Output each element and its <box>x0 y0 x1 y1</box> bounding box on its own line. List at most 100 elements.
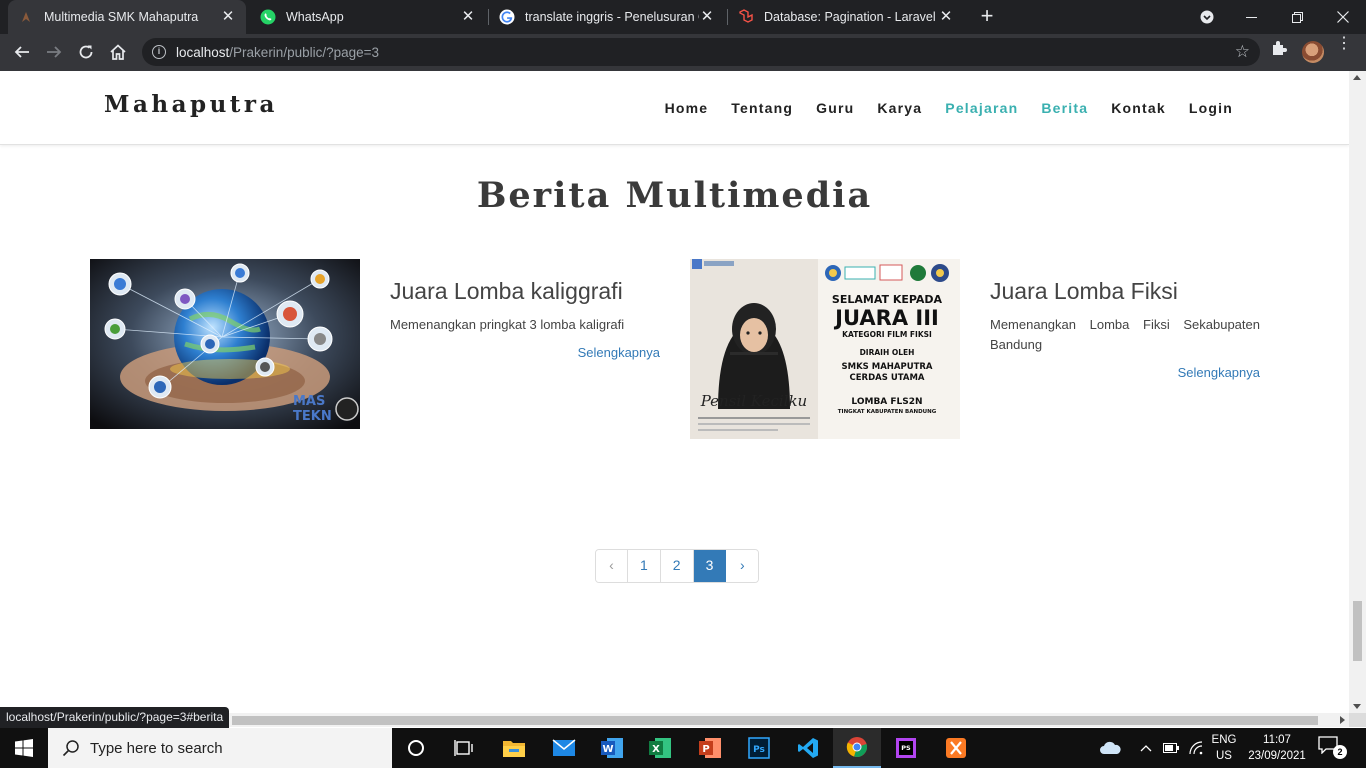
site-brand[interactable]: Mahaputra <box>104 91 278 118</box>
nav-guru[interactable]: Guru <box>816 100 854 116</box>
image-watermark: MAS <box>293 394 325 409</box>
scrollbar-thumb[interactable] <box>1353 601 1362 661</box>
cortana-icon[interactable] <box>392 728 440 768</box>
pagination-page-2[interactable]: 2 <box>660 550 694 582</box>
taskbar-clock[interactable]: 11:07 23/09/2021 <box>1246 732 1308 764</box>
browser-toolbar: i localhost/Prakerin/public/?page=3 ☆ <box>0 34 1366 71</box>
show-hidden-icons-chevron-icon[interactable] <box>1136 728 1156 768</box>
scrollbar-corner <box>1349 713 1366 727</box>
bookmark-star-icon[interactable]: ☆ <box>1235 42 1250 62</box>
browser-menu-icon[interactable]: ⋮ <box>1336 36 1352 64</box>
tab-close-icon[interactable]: ✕ <box>220 9 236 25</box>
nav-home[interactable]: Home <box>665 100 709 116</box>
whatsapp-icon <box>260 9 276 25</box>
scroll-right-arrow-icon[interactable] <box>1340 716 1345 724</box>
powerpoint-icon[interactable]: P <box>686 728 734 768</box>
minimize-button[interactable] <box>1228 0 1274 34</box>
clock-date: 23/09/2021 <box>1248 750 1306 762</box>
poster-line1: SELAMAT KEPADA <box>832 293 943 306</box>
file-explorer-icon[interactable] <box>490 728 538 768</box>
laravel-icon <box>738 9 754 25</box>
phpstorm-icon[interactable]: PS <box>882 728 930 768</box>
page-viewport: Mahaputra Home Tentang Guru Karya Pelaja… <box>0 71 1349 713</box>
reload-button[interactable] <box>72 38 100 66</box>
nav-tentang[interactable]: Tentang <box>731 100 793 116</box>
search-placeholder: Type here to search <box>90 739 223 757</box>
vscode-icon[interactable] <box>784 728 832 768</box>
lang-line2: US <box>1216 750 1232 762</box>
nav-berita[interactable]: Berita <box>1041 100 1088 116</box>
tab-google-search[interactable]: translate inggris - Penelusuran Google ✕ <box>489 0 725 34</box>
notification-center-icon[interactable]: 2 <box>1318 736 1348 760</box>
tab-multimedia-smk[interactable]: Multimedia SMK Mahaputra ✕ <box>8 0 246 34</box>
windows-taskbar: Type here to search W X P Ps PS ENG US 1… <box>0 728 1366 768</box>
tab-laravel-pagination[interactable]: Database: Pagination - Laravel - The PHP… <box>728 0 964 34</box>
input-language[interactable]: ENG US <box>1206 732 1242 764</box>
xampp-icon[interactable] <box>932 728 980 768</box>
browser-tab-strip: Multimedia SMK Mahaputra ✕ WhatsApp ✕ tr… <box>0 0 1366 34</box>
poster-line2: JUARA III <box>833 306 939 330</box>
site-navbar: Mahaputra Home Tentang Guru Karya Pelaja… <box>0 71 1349 145</box>
clock-time: 11:07 <box>1263 734 1291 746</box>
nav-login[interactable]: Login <box>1189 100 1233 116</box>
scroll-down-arrow-icon[interactable] <box>1353 704 1361 709</box>
svg-text:P: P <box>702 744 709 755</box>
google-icon <box>499 9 515 25</box>
close-window-button[interactable] <box>1320 0 1366 34</box>
mail-icon[interactable] <box>540 728 588 768</box>
pagination-next[interactable]: › <box>726 550 759 582</box>
nav-karya[interactable]: Karya <box>877 100 922 116</box>
vertical-scrollbar[interactable] <box>1349 71 1366 713</box>
network-icon[interactable] <box>1186 728 1206 768</box>
pagination-page-1[interactable]: 1 <box>628 550 661 582</box>
tab-title: WhatsApp <box>286 10 344 24</box>
tab-close-icon[interactable]: ✕ <box>699 9 715 25</box>
site-menu: Home Tentang Guru Karya Pelajaran Berita… <box>642 100 1233 116</box>
chrome-icon[interactable] <box>833 728 881 768</box>
extensions-puzzle-icon[interactable] <box>1269 38 1289 58</box>
home-button[interactable] <box>104 38 132 66</box>
tab-close-icon[interactable]: ✕ <box>938 9 954 25</box>
site-favicon-icon <box>18 9 34 25</box>
svg-text:Ps: Ps <box>753 745 765 755</box>
word-icon[interactable]: W <box>588 728 636 768</box>
nav-pelajaran[interactable]: Pelajaran <box>945 100 1018 116</box>
news-title[interactable]: Juara Lomba Fiksi <box>990 278 1178 305</box>
excel-icon[interactable]: X <box>636 728 684 768</box>
svg-text:X: X <box>652 744 660 755</box>
back-button[interactable] <box>8 38 36 66</box>
profile-avatar[interactable] <box>1302 41 1324 63</box>
svg-text:TEKN: TEKN <box>293 409 332 424</box>
onedrive-icon[interactable] <box>1096 728 1124 768</box>
read-more-link[interactable]: Selengkapnya <box>990 365 1260 380</box>
pagination-page-3[interactable]: 3 <box>693 550 727 582</box>
tab-title: translate inggris - Penelusuran Google <box>525 10 699 24</box>
poster-line3: KATEGORI FILM FIKSI <box>842 330 932 339</box>
news-image-poster[interactable]: Pensil Kecilku SELAMAT KEPADA JUARA III … <box>690 259 960 439</box>
news-excerpt: Memenangkan pringkat 3 lomba kaligrafi <box>390 317 625 332</box>
tab-close-icon[interactable]: ✕ <box>460 9 476 25</box>
tab-search-button[interactable] <box>1184 0 1230 34</box>
scroll-up-arrow-icon[interactable] <box>1353 75 1361 80</box>
notification-badge: 2 <box>1333 745 1347 759</box>
forward-button[interactable] <box>40 38 68 66</box>
news-title[interactable]: Juara Lomba kaliggrafi <box>390 278 623 305</box>
restore-button[interactable] <box>1274 0 1320 34</box>
start-button[interactable] <box>0 728 48 768</box>
photoshop-icon[interactable]: Ps <box>735 728 783 768</box>
new-tab-button[interactable]: + <box>975 5 999 29</box>
tab-title: Multimedia SMK Mahaputra <box>44 10 199 24</box>
battery-icon[interactable] <box>1160 728 1182 768</box>
task-view-icon[interactable] <box>440 728 488 768</box>
read-more-link[interactable]: Selengkapnya <box>390 345 660 360</box>
scrollbar-thumb[interactable] <box>232 716 1318 725</box>
pagination-prev[interactable]: ‹ <box>596 550 628 582</box>
taskbar-search-box[interactable]: Type here to search <box>48 728 392 768</box>
poster-line6: LOMBA FLS2N <box>851 397 922 407</box>
news-image-globe[interactable]: MAS TEKN <box>90 259 360 429</box>
site-info-icon[interactable]: i <box>152 45 166 59</box>
svg-text:W: W <box>602 744 613 755</box>
address-bar[interactable]: i localhost/Prakerin/public/?page=3 ☆ <box>142 38 1260 66</box>
tab-whatsapp[interactable]: WhatsApp ✕ <box>250 0 486 34</box>
nav-kontak[interactable]: Kontak <box>1111 100 1166 116</box>
